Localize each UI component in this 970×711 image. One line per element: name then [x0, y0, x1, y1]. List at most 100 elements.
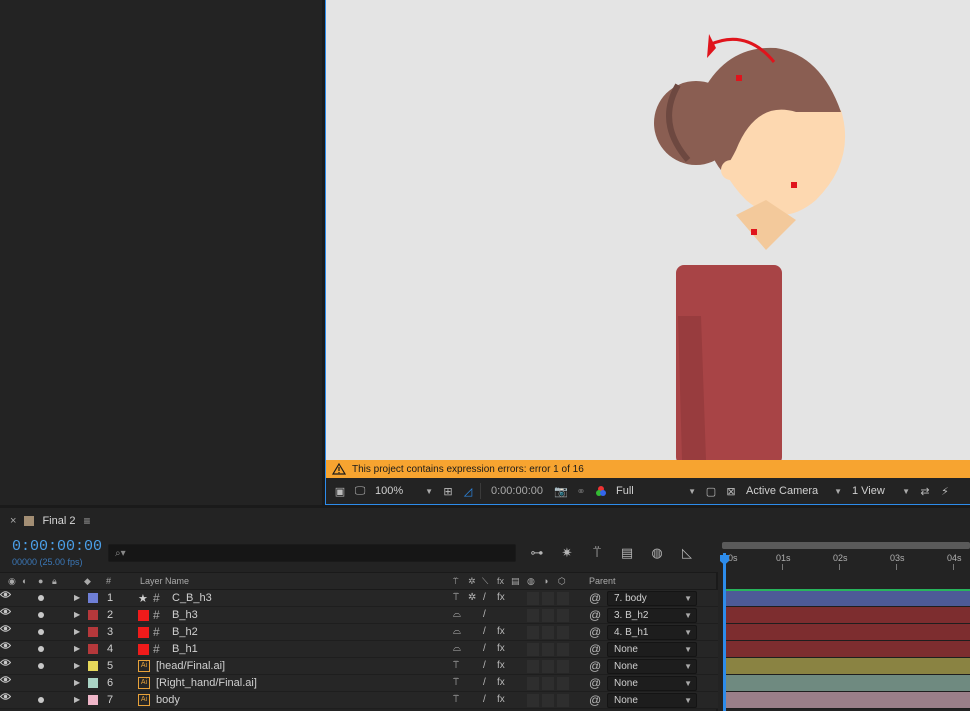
layer-row[interactable]: ▶ 1 ★ # C_B_h3 ⍡ ✲ / fx @ 7. body ▼ [0, 590, 718, 607]
pick-whip-icon[interactable]: @ [589, 642, 601, 656]
viewer-timecode[interactable]: 0:00:00:00 [491, 485, 543, 497]
timeline-tab[interactable]: × Final 2 ≡ [0, 508, 970, 534]
toggle-pixel-aspect-icon[interactable]: ⇄ [917, 484, 933, 498]
pick-whip-icon[interactable]: @ [589, 591, 601, 605]
audio-column-icon[interactable]: ◐ [22, 576, 27, 586]
switch-box[interactable] [542, 609, 554, 622]
3d-layer-column-icon[interactable]: ⬡ [558, 576, 566, 587]
twirl-arrow-icon[interactable]: ▶ [74, 627, 80, 636]
draft-3d-icon[interactable]: ✷ [558, 545, 576, 560]
zoom-dropdown[interactable]: 100% ▼ [372, 483, 436, 500]
switch-box[interactable] [542, 677, 554, 690]
time-ruler[interactable]: 0s 01s 02s 03s 04s [718, 540, 970, 570]
camera-dropdown[interactable]: Active Camera ▼ [743, 483, 845, 500]
solo-dot[interactable] [38, 629, 44, 635]
fx-switch-icon[interactable]: fx [497, 660, 505, 671]
collapse-column-icon[interactable]: ✲ [468, 576, 476, 587]
layer-name[interactable]: body [156, 694, 180, 706]
parent-dropdown[interactable]: None ▼ [607, 659, 697, 674]
solo-dot[interactable] [38, 595, 44, 601]
switch-box[interactable] [527, 626, 539, 639]
label-color[interactable] [88, 593, 98, 603]
switch-box[interactable] [542, 660, 554, 673]
shy-switch-icon[interactable]: ⌓ [453, 609, 461, 620]
adjustment-column-icon[interactable]: ◑ [543, 576, 548, 586]
quality-switch-icon[interactable]: / [483, 677, 486, 688]
label-color[interactable] [88, 695, 98, 705]
motion-blur-icon[interactable]: ◍ [648, 545, 666, 560]
lock-column-icon[interactable]: 🔒︎ [52, 576, 57, 587]
show-snapshot-icon[interactable]: ⚭ [573, 484, 589, 498]
color-channels-icon[interactable] [593, 484, 609, 498]
switch-box[interactable] [557, 626, 569, 639]
shy-switch-icon[interactable]: ⌓ [453, 643, 461, 654]
parent-dropdown[interactable]: None ▼ [607, 642, 697, 657]
pick-whip-icon[interactable]: @ [589, 693, 601, 707]
current-time-display[interactable]: 0:00:00:00 [12, 538, 102, 555]
monitor-icon[interactable]: 🖵 [352, 484, 368, 498]
switch-box[interactable] [527, 609, 539, 622]
composition-flowchart-icon[interactable]: ⊶ [528, 545, 546, 560]
eye-icon[interactable] [0, 658, 12, 667]
parent-dropdown[interactable]: 3. B_h2 ▼ [607, 608, 697, 623]
twirl-arrow-icon[interactable]: ▶ [74, 610, 80, 619]
effect-column-icon[interactable]: fx [497, 576, 504, 586]
label-color[interactable] [88, 661, 98, 671]
expression-error-bar[interactable]: This project contains expression errors:… [325, 460, 970, 478]
switch-box[interactable] [557, 592, 569, 605]
layer-name[interactable]: B_h3 [172, 609, 198, 621]
twirl-arrow-icon[interactable]: ▶ [74, 644, 80, 653]
fx-switch-icon[interactable]: fx [497, 592, 505, 603]
layer-search-input[interactable]: ⌕▾ [108, 544, 516, 562]
eye-icon[interactable] [0, 590, 12, 599]
eye-icon[interactable] [0, 641, 12, 650]
quality-switch-icon[interactable]: / [483, 626, 486, 637]
quality-column-icon[interactable]: ⟍ [482, 576, 488, 587]
switch-box[interactable] [527, 592, 539, 605]
shy-switch-icon[interactable]: ⍡ [453, 694, 459, 705]
twirl-arrow-icon[interactable]: ▶ [74, 661, 80, 670]
switch-box[interactable] [527, 694, 539, 707]
layer-name[interactable]: [head/Final.ai] [156, 660, 225, 672]
parent-dropdown[interactable]: 4. B_h1 ▼ [607, 625, 697, 640]
solo-dot[interactable] [38, 697, 44, 703]
layer-name[interactable]: C_B_h3 [172, 592, 212, 604]
fx-switch-icon[interactable]: fx [497, 677, 505, 688]
switch-box[interactable] [542, 694, 554, 707]
switch-box[interactable] [557, 660, 569, 673]
pick-whip-icon[interactable]: @ [589, 676, 601, 690]
resolution-dropdown[interactable]: Full ▼ [613, 483, 699, 500]
layer-name[interactable]: B_h1 [172, 643, 198, 655]
parent-dropdown[interactable]: 7. body ▼ [607, 591, 697, 606]
eye-icon[interactable] [0, 692, 12, 701]
layer-row[interactable]: ▶ 4 # B_h1 ⌓ / fx @ None ▼ [0, 641, 718, 658]
layer-name-column[interactable]: Layer Name [140, 576, 189, 586]
anchor-point-2[interactable] [791, 182, 797, 188]
layer-duration-bar[interactable] [725, 641, 970, 658]
twirl-arrow-icon[interactable]: ▶ [74, 593, 80, 602]
layer-row[interactable]: ▶ 7 Ai # body ⍡ / fx @ None▼ [0, 692, 718, 709]
parent-dropdown[interactable]: None ▼ [607, 693, 697, 708]
layer-duration-bar[interactable] [725, 658, 970, 675]
switch-box[interactable] [527, 677, 539, 690]
work-area-bar[interactable] [722, 542, 970, 549]
always-preview-icon[interactable]: ▣ [332, 484, 348, 498]
layer-row[interactable]: ▶ 6 Ai # [Right_hand/Final.ai] ⍡ / fx @ … [0, 675, 718, 692]
label-color[interactable] [88, 627, 98, 637]
composition-viewer[interactable] [325, 0, 970, 460]
parent-dropdown[interactable]: None ▼ [607, 676, 697, 691]
layer-duration-bar[interactable] [725, 607, 970, 624]
switch-box[interactable] [542, 626, 554, 639]
anchor-point-3[interactable] [751, 229, 757, 235]
playhead[interactable] [723, 553, 726, 711]
switch-box[interactable] [557, 694, 569, 707]
layer-duration-bar[interactable] [725, 692, 970, 709]
label-color[interactable] [88, 644, 98, 654]
switch-box[interactable] [557, 609, 569, 622]
quality-switch-icon[interactable]: / [483, 592, 486, 603]
solo-column-icon[interactable]: ● [38, 576, 43, 586]
pick-whip-icon[interactable]: @ [589, 608, 601, 622]
quality-switch-icon[interactable]: / [483, 643, 486, 654]
frame-blending-icon[interactable]: ▤ [618, 545, 636, 560]
graph-editor-icon[interactable]: ◺ [678, 545, 696, 560]
